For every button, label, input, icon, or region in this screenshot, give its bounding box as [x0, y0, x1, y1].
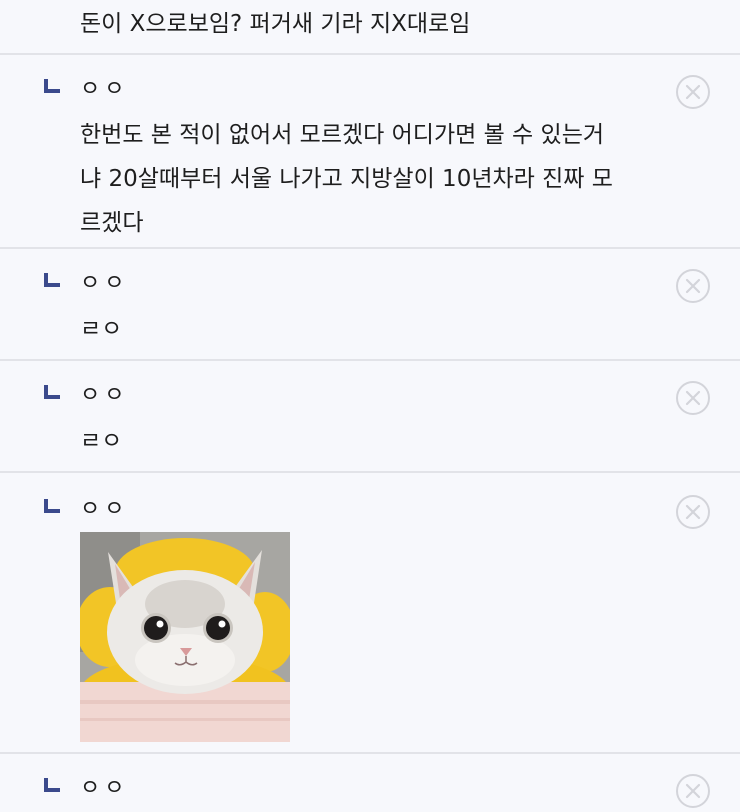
comment-item-3: ㅇㅇ ㄹㅇ	[0, 361, 740, 471]
comment-thread: 돈이 X으로보임? 퍼거새 기라 지X대로임 ㅇㅇ 한번도 본 적이 없어서 모…	[0, 0, 740, 812]
close-icon	[685, 278, 701, 294]
reply-arrow-icon	[44, 499, 62, 513]
comment-image-cat[interactable]	[80, 532, 290, 742]
delete-comment-button[interactable]	[676, 75, 710, 109]
comment-item-5: ㅇㅇ	[0, 754, 740, 812]
comment-author[interactable]: ㅇㅇ	[80, 778, 128, 800]
comment-text: 한번도 본 적이 없어서 모르겠다 어디가면 볼 수 있는거 냐 20살때부터 …	[80, 122, 613, 236]
comment-text: ㄹㅇ	[80, 428, 123, 454]
delete-comment-button[interactable]	[676, 381, 710, 415]
comment-item-2: ㅇㅇ ㄹㅇ	[0, 249, 740, 359]
comment-author[interactable]: ㅇㅇ	[80, 385, 128, 407]
comment-author[interactable]: ㅇㅇ	[80, 499, 128, 521]
comment-text: 돈이 X으로보임? 퍼거새 기라 지X대로임	[80, 11, 471, 37]
reply-arrow-icon	[44, 79, 62, 93]
delete-comment-button[interactable]	[676, 774, 710, 808]
comment-author[interactable]: ㅇㅇ	[80, 79, 128, 101]
close-icon	[685, 390, 701, 406]
reply-arrow-icon	[44, 778, 62, 792]
comment-author[interactable]: ㅇㅇ	[80, 273, 128, 295]
close-icon	[685, 504, 701, 520]
close-icon	[685, 783, 701, 799]
comment-text: ㄹㅇ	[80, 316, 123, 342]
cat-photo-icon	[80, 532, 290, 742]
reply-arrow-icon	[44, 273, 62, 287]
close-icon	[685, 84, 701, 100]
reply-arrow-icon	[44, 385, 62, 399]
comment-top-partial: 돈이 X으로보임? 퍼거새 기라 지X대로임	[0, 0, 740, 53]
delete-comment-button[interactable]	[676, 495, 710, 529]
delete-comment-button[interactable]	[676, 269, 710, 303]
comment-item-1: ㅇㅇ 한번도 본 적이 없어서 모르겠다 어디가면 볼 수 있는거 냐 20살때…	[0, 55, 740, 247]
